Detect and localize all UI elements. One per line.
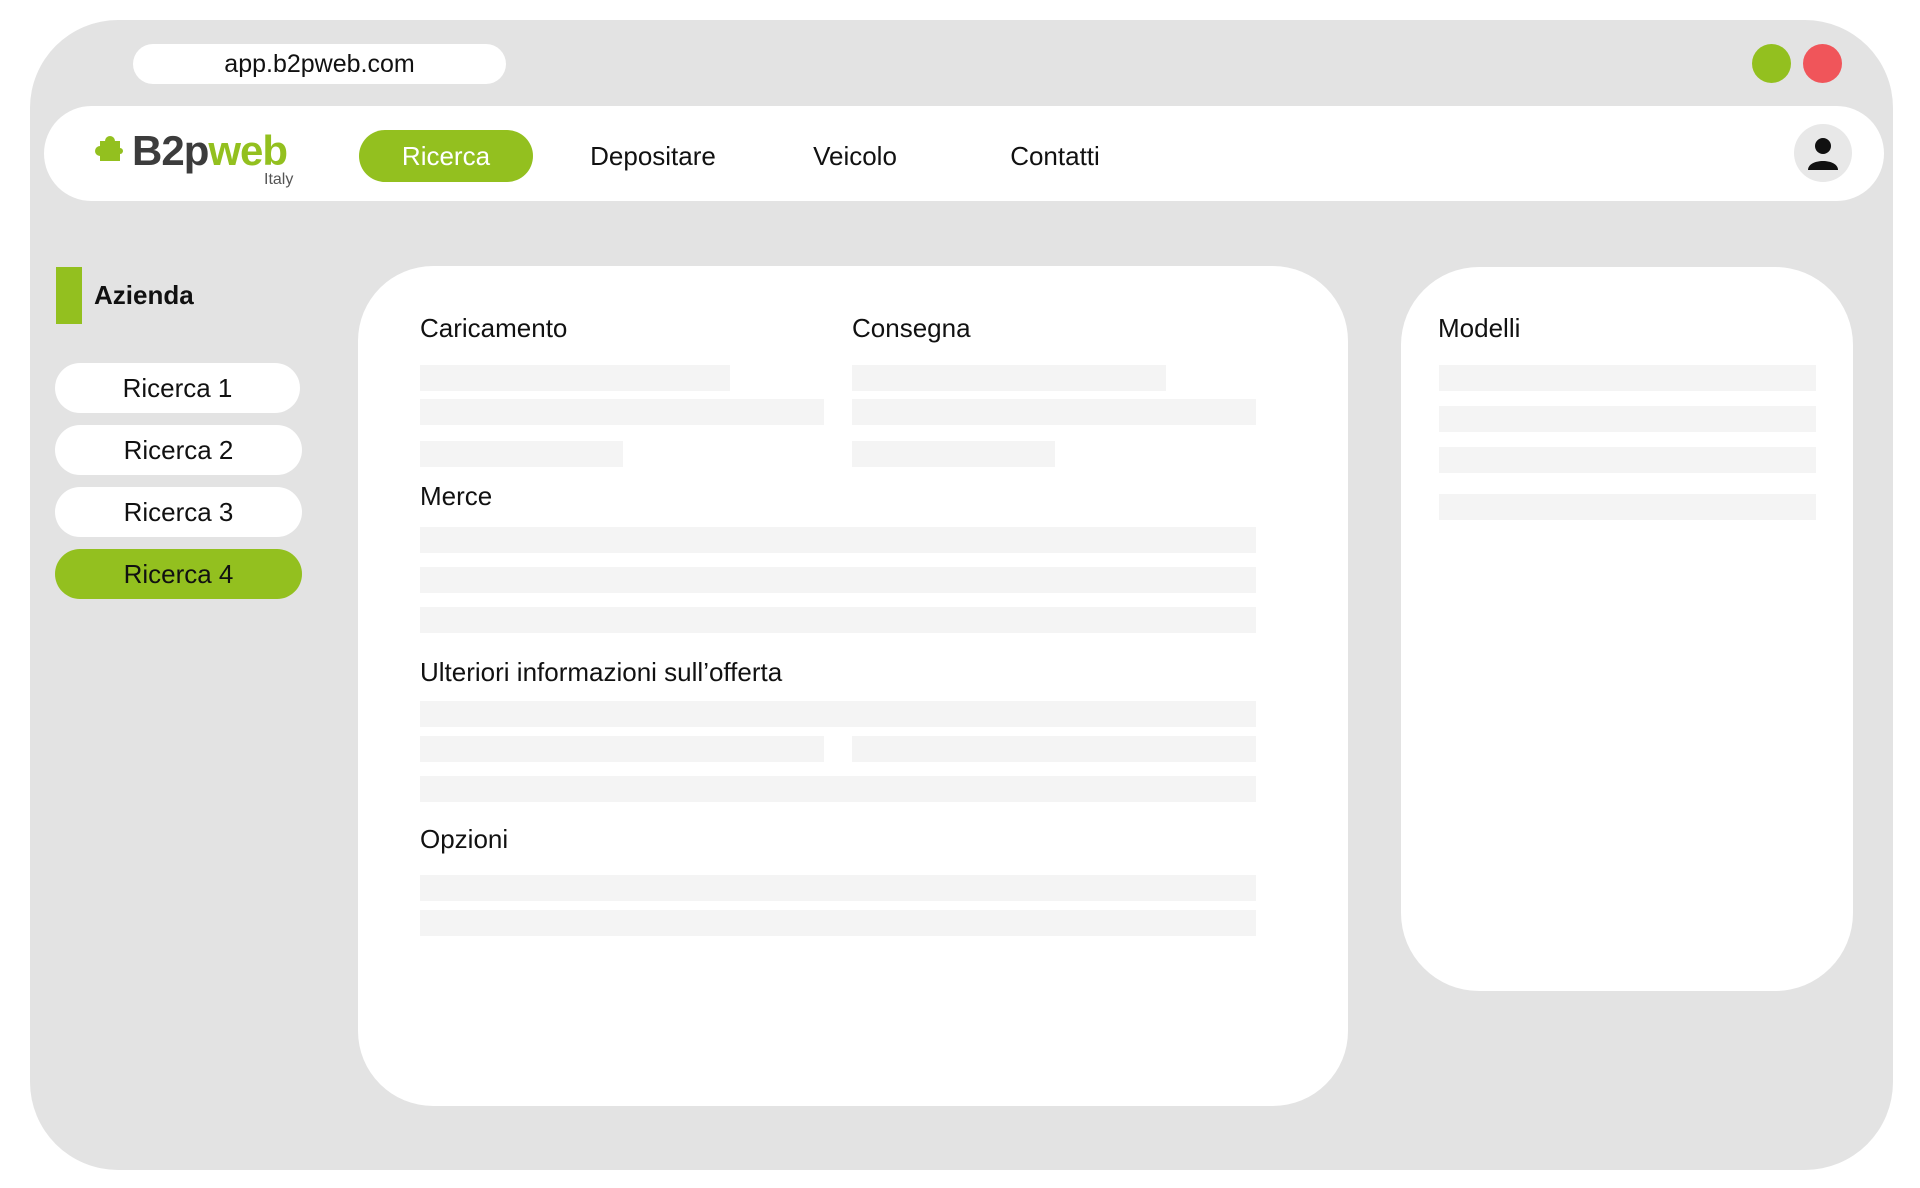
brand-name-dark: B2p xyxy=(132,127,209,174)
options-field-2[interactable] xyxy=(420,910,1256,936)
nav-tab-ricerca[interactable]: Ricerca xyxy=(359,130,533,182)
delivery-field-3[interactable] xyxy=(852,441,1055,467)
section-accent-bar xyxy=(56,267,82,324)
nav-tab-contatti[interactable]: Contatti xyxy=(995,130,1115,182)
sidebar-item-ricerca-1[interactable]: Ricerca 1 xyxy=(55,363,300,413)
template-item-3[interactable] xyxy=(1439,447,1816,473)
brand-wordmark: B2pweb xyxy=(132,125,288,177)
top-navbar xyxy=(44,106,1884,201)
delivery-label: Consegna xyxy=(852,313,971,343)
more-info-field-3[interactable] xyxy=(852,736,1256,762)
address-bar[interactable]: app.b2pweb.com xyxy=(133,44,506,84)
loading-field-1[interactable] xyxy=(420,365,730,391)
more-info-field-2[interactable] xyxy=(420,736,824,762)
loading-label: Caricamento xyxy=(420,313,568,343)
goods-field-1[interactable] xyxy=(420,527,1256,553)
more-info-field-1[interactable] xyxy=(420,701,1256,727)
options-field-1[interactable] xyxy=(420,875,1256,901)
options-label: Opzioni xyxy=(420,824,509,854)
maximize-button[interactable] xyxy=(1752,44,1791,83)
goods-label: Merce xyxy=(420,481,493,511)
more-info-field-4[interactable] xyxy=(420,776,1256,802)
more-info-label: Ulteriori informazioni sull’offerta xyxy=(420,657,783,687)
delivery-field-1[interactable] xyxy=(852,365,1166,391)
template-item-4[interactable] xyxy=(1439,494,1816,520)
template-item-1[interactable] xyxy=(1439,365,1816,391)
loading-field-2[interactable] xyxy=(420,399,824,425)
close-button[interactable] xyxy=(1803,44,1842,83)
sidebar-item-ricerca-3[interactable]: Ricerca 3 xyxy=(55,487,302,537)
brand-name-green: web xyxy=(208,127,288,174)
goods-field-3[interactable] xyxy=(420,607,1256,633)
loading-field-3[interactable] xyxy=(420,441,623,467)
sidebar-title: Azienda xyxy=(94,280,194,310)
brand-logo[interactable]: B2pweb Italy xyxy=(92,125,302,195)
nav-tab-veicolo[interactable]: Veicolo xyxy=(800,130,910,182)
sidebar-item-ricerca-2[interactable]: Ricerca 2 xyxy=(55,425,302,475)
puzzle-icon xyxy=(95,136,123,161)
templates-title: Modelli xyxy=(1438,313,1521,343)
delivery-field-2[interactable] xyxy=(852,399,1256,425)
user-avatar-button[interactable] xyxy=(1794,124,1852,182)
goods-field-2[interactable] xyxy=(420,567,1256,593)
user-icon xyxy=(1808,138,1838,170)
brand-subtitle: Italy xyxy=(264,171,294,188)
nav-tab-depositare[interactable]: Depositare xyxy=(578,130,728,182)
template-item-2[interactable] xyxy=(1439,406,1816,432)
sidebar-item-ricerca-4[interactable]: Ricerca 4 xyxy=(55,549,302,599)
